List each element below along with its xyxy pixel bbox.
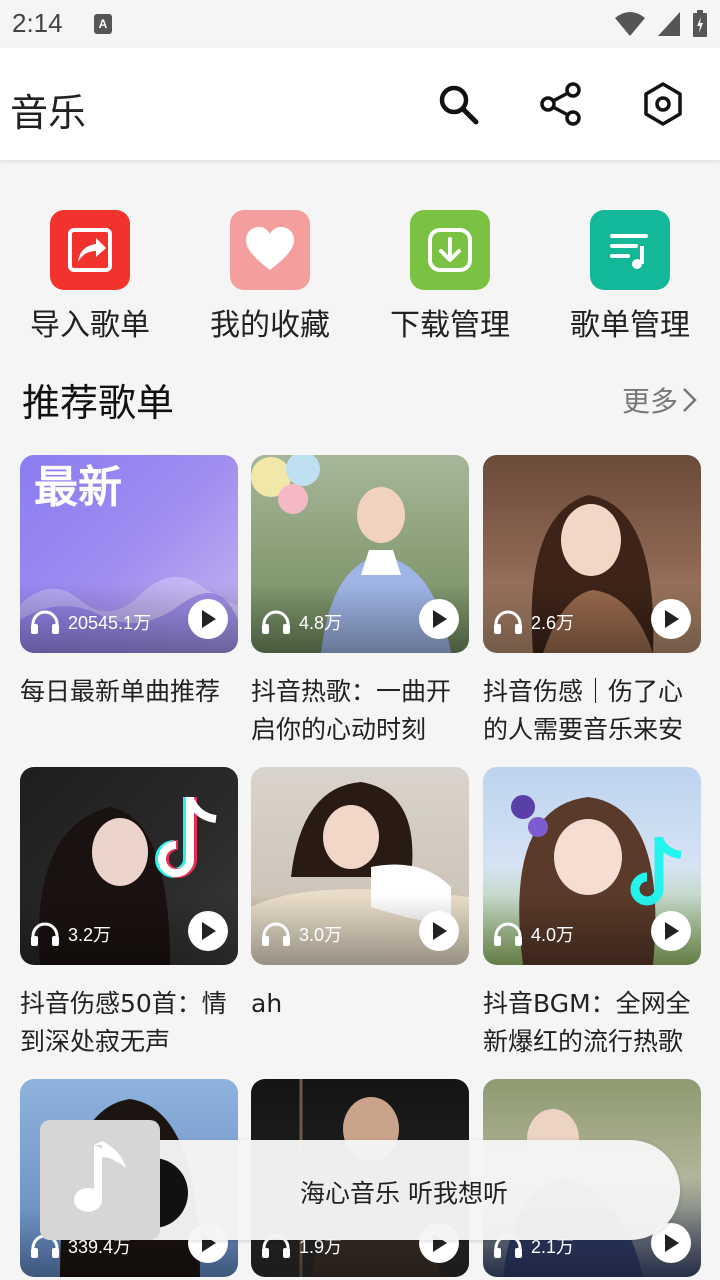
headphones-icon	[262, 610, 290, 634]
import-icon	[50, 210, 130, 290]
play-button[interactable]	[419, 599, 459, 639]
play-count-text: 20545.1万	[68, 613, 152, 633]
mini-player-text: 海心音乐 听我想听	[300, 1179, 508, 1208]
section-header: 推荐歌单 更多	[22, 372, 698, 428]
headphones-icon	[31, 922, 59, 946]
playlist-cover: 2.6万	[483, 455, 701, 653]
more-label: 更多	[621, 385, 678, 418]
play-count-text: 3.2万	[68, 925, 112, 945]
play-count: 20545.1万	[30, 609, 151, 635]
quick-action-label: 导入歌单	[30, 308, 150, 343]
quick-action-label: 歌单管理	[570, 308, 690, 343]
quick-action-label: 下载管理	[390, 308, 510, 343]
search-button[interactable]	[434, 80, 482, 128]
signal-icon	[658, 12, 680, 36]
play-count-text: 3.0万	[299, 925, 343, 945]
app-bar: 音乐	[0, 48, 720, 160]
mini-player[interactable]: 海心音乐 听我想听	[40, 1120, 680, 1240]
playlist-icon	[590, 210, 670, 290]
download-manager-button[interactable]: 下载管理	[360, 208, 540, 344]
play-button[interactable]	[188, 911, 228, 951]
search-icon	[439, 85, 479, 125]
playlist-card[interactable]: 3.0万 ah	[251, 767, 469, 1061]
play-count: 3.2万	[30, 921, 111, 947]
playlist-card[interactable]: 最新 20545.1万 每日最新单曲推荐	[20, 455, 238, 749]
playlist-card[interactable]: 4.8万 抖音热歌：一曲开启你的心动时刻	[251, 455, 469, 749]
play-button[interactable]	[651, 911, 691, 951]
music-note-icon	[74, 1141, 126, 1212]
heart-icon	[230, 210, 310, 290]
playlist-cover: 3.2万	[20, 767, 238, 965]
chevron-right-icon	[683, 388, 697, 412]
playlist-cover: 3.0万	[251, 767, 469, 965]
settings-button[interactable]	[639, 80, 687, 128]
play-count: 3.0万	[261, 921, 342, 947]
favorites-button[interactable]: 我的收藏	[180, 208, 360, 344]
notification-icon: A	[94, 14, 112, 34]
playlist-title: 抖音伤感｜伤了心的人需要音乐来安	[483, 677, 684, 744]
play-icon	[433, 922, 447, 940]
play-button[interactable]	[651, 599, 691, 639]
share-icon	[540, 82, 581, 126]
playlist-title: 每日最新单曲推荐	[20, 677, 221, 706]
play-icon	[202, 610, 216, 628]
playlist-card[interactable]: 2.6万 抖音伤感｜伤了心的人需要音乐来安	[483, 455, 701, 749]
more-link[interactable]: 更多	[622, 380, 698, 420]
battery-icon	[693, 10, 707, 37]
headphones-icon	[494, 610, 522, 634]
playlist-title: 抖音热歌：一曲开启你的心动时刻	[251, 677, 452, 744]
play-icon	[665, 610, 679, 628]
playlist-card[interactable]: 4.0万 抖音BGM：全网全新爆红的流行热歌	[483, 767, 701, 1061]
play-count: 4.0万	[493, 921, 574, 947]
page-title: 音乐	[10, 91, 87, 135]
wifi-icon	[615, 12, 645, 36]
play-button[interactable]	[419, 911, 459, 951]
playlist-cover: 最新 20545.1万	[20, 455, 238, 653]
status-time: 2:14	[12, 8, 63, 38]
headphones-icon	[494, 922, 522, 946]
playlist-title: ah	[251, 989, 283, 1018]
play-button[interactable]	[188, 599, 228, 639]
settings-hex-icon	[644, 82, 682, 126]
play-count-text: 4.8万	[299, 613, 343, 633]
playlist-title: 抖音伤感50首：情到深处寂无声	[20, 989, 227, 1056]
playlist-manager-button[interactable]: 歌单管理	[540, 208, 720, 344]
system-icons	[614, 10, 708, 38]
play-icon	[665, 922, 679, 940]
playlist-cover: 4.0万	[483, 767, 701, 965]
quick-actions: 导入歌单 我的收藏 下载管理 歌单管理	[0, 208, 720, 348]
play-count: 2.6万	[493, 609, 574, 635]
playlist-cover: 4.8万	[251, 455, 469, 653]
play-icon	[202, 922, 216, 940]
quick-action-label: 我的收藏	[210, 308, 330, 343]
share-button[interactable]	[537, 80, 585, 128]
cover-title: 最新	[34, 462, 122, 513]
playlist-title: 抖音BGM：全网全新爆红的流行热歌	[483, 989, 691, 1056]
headphones-icon	[31, 610, 59, 634]
play-count: 4.8万	[261, 609, 342, 635]
playlist-card[interactable]: 3.2万 抖音伤感50首：情到深处寂无声	[20, 767, 238, 1061]
play-count-text: 2.6万	[531, 613, 575, 633]
section-title: 推荐歌单	[22, 381, 175, 425]
import-playlist-button[interactable]: 导入歌单	[0, 208, 180, 344]
status-bar: 2:14 A	[0, 0, 720, 48]
album-art[interactable]	[40, 1120, 160, 1240]
play-count-text: 4.0万	[531, 925, 575, 945]
headphones-icon	[262, 922, 290, 946]
download-icon	[410, 210, 490, 290]
play-icon	[433, 610, 447, 628]
